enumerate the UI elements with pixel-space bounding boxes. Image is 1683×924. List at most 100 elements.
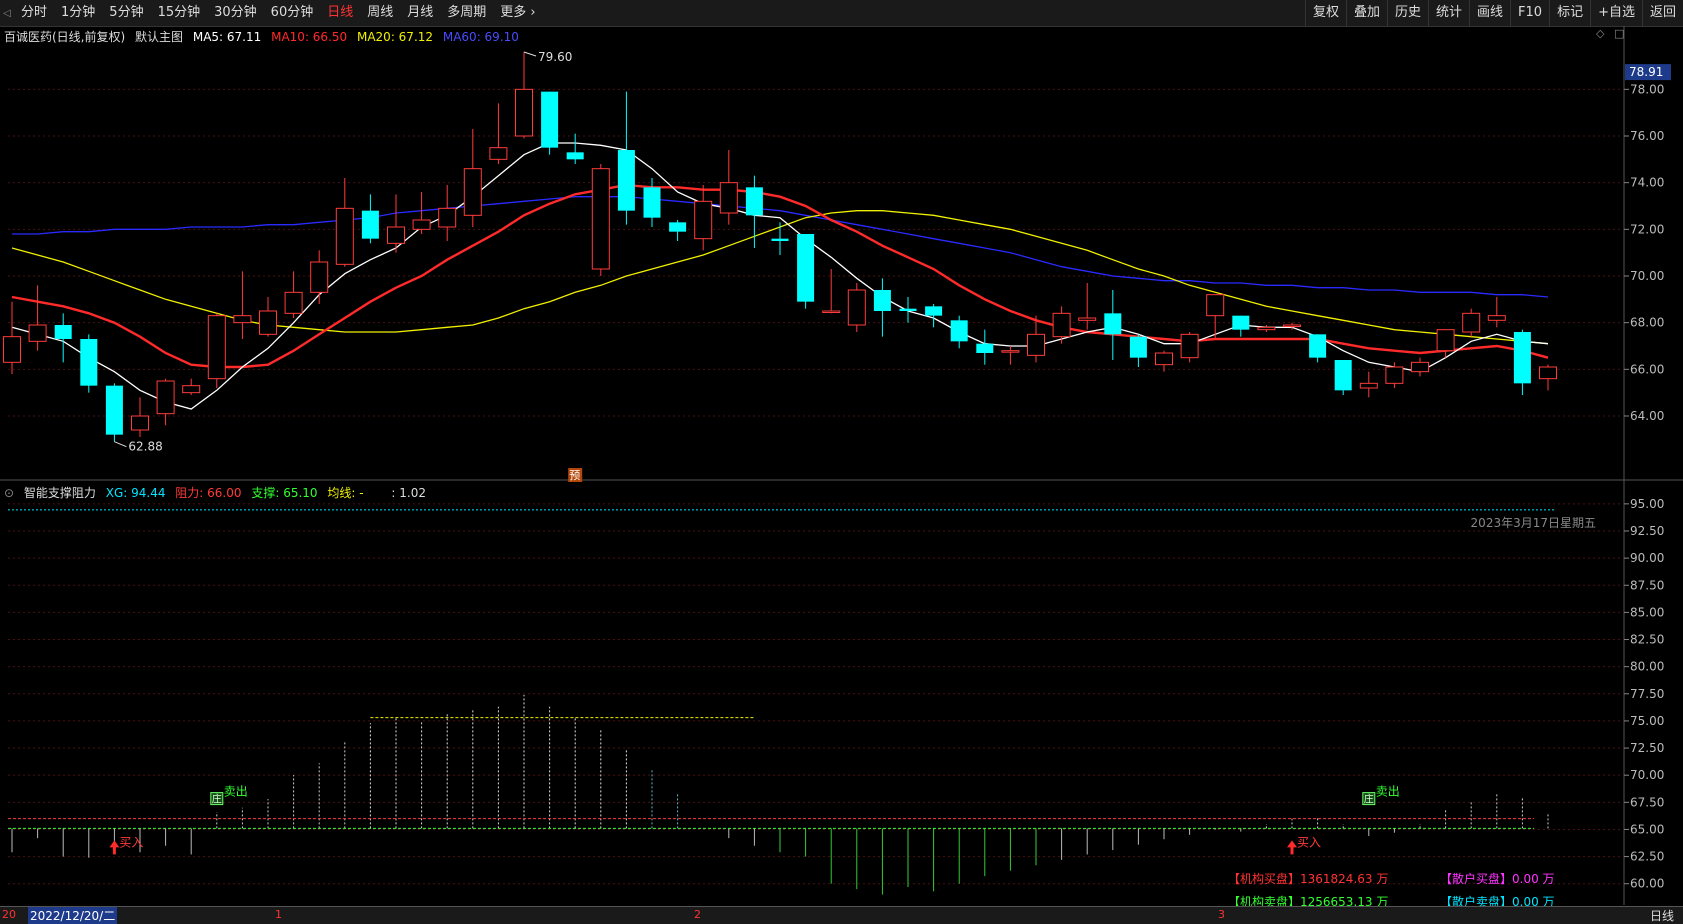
- candle: [1232, 315, 1250, 337]
- candle-body: [1487, 315, 1506, 321]
- candle-body: [105, 385, 123, 435]
- candle-body: [54, 325, 72, 339]
- price-axes: 78.00 76.00 74.00 72.00 70.00 68.00 66.00 64.00…: [1624, 64, 1671, 891]
- indicator-tick-label: 87.50: [1630, 578, 1664, 592]
- candle-body: [1027, 333, 1045, 356]
- candle: [873, 278, 891, 337]
- candle: [822, 269, 841, 314]
- candle-body: [438, 207, 457, 228]
- candle-body: [925, 306, 943, 316]
- candle-body: [28, 324, 47, 342]
- candle-body: [719, 182, 738, 214]
- candle-body: [1052, 312, 1071, 338]
- candle-body: [361, 210, 379, 239]
- candle: [335, 178, 354, 267]
- month-label-1: 1: [275, 908, 282, 921]
- candle-body: [233, 315, 252, 324]
- stock-chart[interactable]: 2023年3月17日星期五买入 买入庄卖出庄卖出 78.0076.0074.007…: [0, 0, 1683, 905]
- candle-body: [1232, 315, 1250, 330]
- candle: [847, 283, 866, 332]
- min-price-label: 62.88: [128, 440, 162, 454]
- main-tick-label: 76.00: [1630, 129, 1664, 143]
- candle-body: [822, 310, 841, 313]
- candle-body: [335, 207, 354, 265]
- candle: [694, 185, 713, 251]
- candle-body: [156, 380, 175, 415]
- candle-body: [950, 320, 968, 342]
- indicator-tick-label: 82.50: [1630, 633, 1664, 647]
- sell-label: 卖出: [1376, 785, 1400, 799]
- candle-body: [1001, 350, 1020, 353]
- grid-lines: [0, 26, 1683, 905]
- candle: [1180, 332, 1199, 363]
- candle-body: [207, 315, 226, 380]
- candle-body: [617, 150, 635, 211]
- candle: [643, 178, 661, 227]
- candle: [515, 52, 533, 139]
- zhuang-label: 庄: [1364, 793, 1374, 806]
- indicator-tick-label: 65.00: [1630, 822, 1664, 836]
- candle-body: [489, 147, 508, 160]
- indicator-tick-label: 60.00: [1630, 877, 1664, 891]
- candle-body: [771, 238, 789, 241]
- candle-body: [591, 168, 610, 270]
- candle-body: [1359, 382, 1378, 389]
- candle: [1257, 325, 1276, 332]
- candle-body: [643, 187, 661, 218]
- candle: [233, 271, 252, 339]
- chart-labels: 79.60 62.88 预: [114, 50, 583, 482]
- candle-body: [566, 152, 584, 160]
- candle: [899, 297, 917, 323]
- candle-body: [1385, 366, 1404, 384]
- candle: [28, 285, 47, 351]
- zhuang-label: 庄: [212, 793, 222, 806]
- buy-arrow-icon: [1287, 840, 1297, 855]
- candle-body: [1206, 294, 1225, 317]
- main-tick-label: 78.00: [1630, 82, 1664, 96]
- candle: [3, 301, 21, 374]
- indicator-tick-label: 72.50: [1630, 741, 1664, 755]
- candle-body: [1309, 334, 1327, 358]
- current-price-label: 78.91: [1629, 65, 1663, 79]
- candle-body: [541, 91, 559, 148]
- indicator-tick-label: 90.00: [1630, 551, 1664, 565]
- candle: [1052, 306, 1071, 344]
- indicator-tick-label: 95.00: [1630, 497, 1664, 511]
- candle: [771, 222, 789, 255]
- candle: [745, 175, 763, 248]
- month-label-2: 2: [694, 908, 701, 921]
- sell-label: 卖出: [224, 785, 248, 799]
- candle-body: [182, 385, 201, 394]
- candlesticks: [3, 52, 1557, 442]
- candle: [1309, 334, 1327, 363]
- indicator-tick-label: 75.00: [1630, 714, 1664, 728]
- candle: [976, 329, 994, 365]
- candle: [1104, 290, 1122, 360]
- candle: [1283, 322, 1301, 330]
- main-tick-label: 70.00: [1630, 269, 1664, 283]
- cursor-date-label: 2022/12/20/二: [28, 907, 118, 924]
- candle-body: [797, 234, 815, 302]
- candle-body: [1129, 336, 1147, 358]
- period-label[interactable]: 日线: [1650, 907, 1674, 924]
- candle: [1001, 346, 1020, 365]
- candle-body: [80, 339, 98, 386]
- main-tick-label: 68.00: [1630, 316, 1664, 330]
- candle-body: [899, 308, 917, 311]
- candle: [925, 304, 943, 328]
- candle: [617, 91, 635, 225]
- candle: [797, 234, 815, 309]
- indicator-panel: 2023年3月17日星期五买入 买入庄卖出庄卖出: [8, 509, 1596, 895]
- time-axis-bar[interactable]: 20 2022/12/20/二 1 2 3 日线: [0, 906, 1683, 924]
- max-pointer: [523, 51, 537, 57]
- candle-body: [1283, 324, 1301, 327]
- candle: [80, 334, 98, 393]
- candle: [1513, 329, 1531, 395]
- candle: [669, 220, 687, 241]
- main-tick-label: 66.00: [1630, 362, 1664, 376]
- candle-body: [1334, 360, 1352, 391]
- candle: [259, 297, 277, 337]
- candle: [207, 313, 226, 388]
- candle-body: [515, 88, 533, 137]
- candle: [438, 185, 457, 241]
